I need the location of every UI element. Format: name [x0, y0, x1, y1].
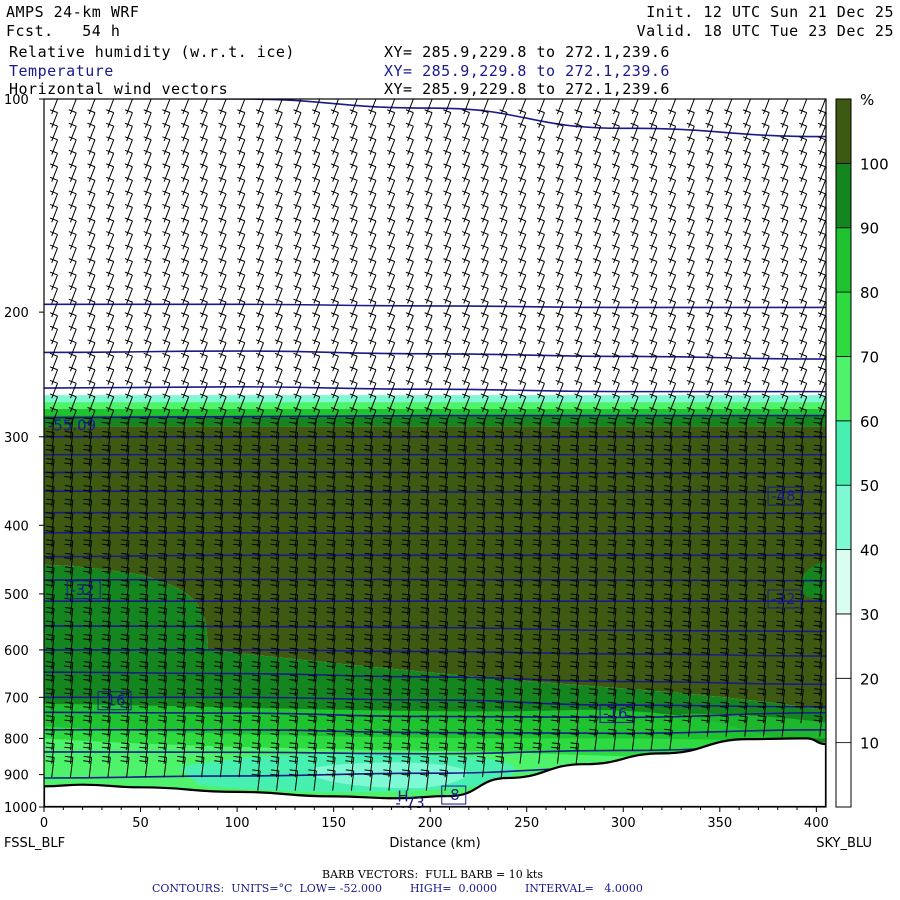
y-tick-label: 900: [4, 769, 29, 784]
left-endpoint-label: FSSL_BLF: [4, 836, 65, 851]
x-tick-label: 150: [321, 816, 346, 831]
colorbar-tick-label: 90: [860, 220, 879, 238]
extremum-label: -.73: [395, 794, 424, 812]
x-tick-label: 200: [418, 816, 443, 831]
colorbar-segment: [835, 291, 852, 357]
rh-fill-80: [44, 408, 826, 416]
contour-label: -32: [70, 581, 95, 599]
colorbar-segment: [835, 484, 852, 550]
contour-legend: CONTOURS: UNITS=°C LOW= -52.000 HIGH= 0.…: [152, 882, 643, 895]
y-tick-label: 1000: [4, 801, 37, 816]
y-tick-label: 500: [4, 588, 29, 603]
cross-section-chart: -55.09-48-32-32-16-16-8H-.73 10020030040…: [4, 91, 889, 851]
contour-label: -16: [101, 692, 126, 710]
x-tick-label: 250: [514, 816, 539, 831]
rh-fill-40: [44, 395, 826, 403]
y-tick-label: 800: [4, 732, 29, 747]
colorbar-segment: [835, 162, 852, 229]
colorbar-tick-label: 40: [860, 542, 879, 560]
colorbar-segment: [835, 613, 852, 679]
x-tick-label: 100: [225, 816, 250, 831]
colorbar-tick-label: 80: [860, 284, 879, 302]
y-tick-label: 100: [4, 93, 29, 108]
colorbar-segment: [835, 742, 852, 808]
colorbar-segment: [835, 677, 852, 744]
y-tick-label: 300: [4, 431, 29, 446]
x-tick-label: 50: [132, 816, 149, 831]
contour-label: -32: [771, 590, 796, 608]
colorbar-segment: [835, 420, 852, 486]
colorbar-tick-label: 20: [860, 670, 879, 688]
colorbar-tick-label: 50: [860, 477, 879, 495]
contour-label: -16: [603, 704, 628, 722]
contour-label: -55.09: [48, 416, 96, 434]
contour-label: -8: [445, 786, 460, 804]
x-tick-label: 300: [611, 816, 636, 831]
y-tick-label: 600: [4, 644, 29, 659]
colorbar-tick-label: 60: [860, 413, 879, 431]
colorbar-tick-label: 10: [860, 735, 879, 753]
colorbar-unit: %: [860, 91, 874, 109]
right-endpoint-label: SKY_BLU: [816, 836, 872, 851]
colorbar-tick-label: 30: [860, 606, 879, 624]
y-tick-label: 200: [4, 306, 29, 321]
y-tick-label: 700: [4, 691, 29, 706]
barb-legend: BARB VECTORS: FULL BARB = 10 kts: [322, 868, 543, 881]
x-tick-label: 350: [707, 816, 732, 831]
contour-label: -48: [771, 487, 796, 505]
x-axis-label: Distance (km): [389, 836, 480, 851]
colorbar-segment: [835, 549, 852, 615]
colorbar-tick-label: 70: [860, 348, 879, 366]
colorbar-segment: [835, 98, 852, 164]
colorbar-tick-label: 100: [860, 155, 889, 173]
y-tick-label: 400: [4, 519, 29, 534]
colorbar-segment: [835, 356, 852, 422]
x-tick-label: 400: [804, 816, 829, 831]
x-tick-label: 0: [40, 816, 48, 831]
colorbar-segment: [835, 227, 852, 293]
